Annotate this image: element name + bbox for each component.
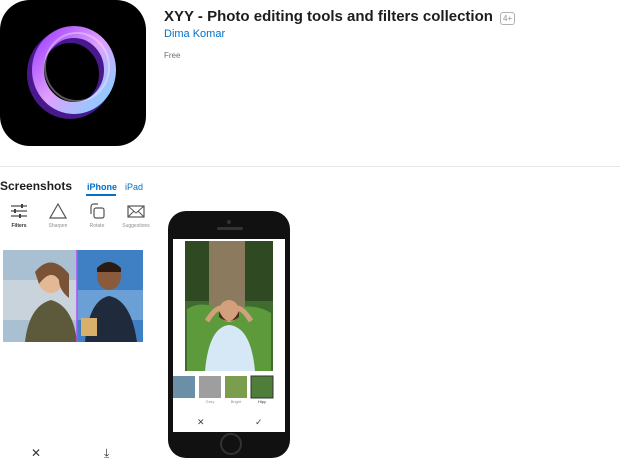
tool-suggestions[interactable]: Suggestions bbox=[121, 203, 151, 229]
app-title: XYY - Photo editing tools and filters co… bbox=[164, 8, 493, 25]
tool-suggestions-label: Suggestions bbox=[122, 223, 150, 229]
sliders-icon bbox=[11, 204, 27, 218]
filter-hipy-label: Hipy bbox=[257, 399, 266, 404]
app-icon bbox=[0, 0, 146, 146]
developer-link[interactable]: Dima Komar bbox=[164, 28, 225, 40]
tab-iphone-indicator bbox=[86, 194, 116, 196]
screenshots-heading: Screenshots bbox=[0, 179, 73, 193]
close-icon[interactable]: ✕ bbox=[197, 417, 205, 428]
tab-iphone[interactable]: iPhone bbox=[87, 182, 117, 192]
home-button bbox=[220, 433, 242, 455]
ring-logo-icon bbox=[27, 26, 116, 119]
envelope-icon bbox=[127, 205, 145, 218]
screenshot-1[interactable] bbox=[0, 200, 146, 463]
triangle-icon bbox=[49, 203, 67, 219]
tool-sharpen-label: Sharpen bbox=[48, 223, 68, 229]
tool-rotate-label: Rotate bbox=[89, 223, 105, 229]
before-after-photo bbox=[3, 250, 143, 342]
tool-filters[interactable]: Filters bbox=[4, 203, 34, 229]
close-icon[interactable]: ✕ bbox=[31, 446, 41, 460]
download-icon[interactable]: ⤓ bbox=[104, 446, 109, 461]
price-label: Free bbox=[164, 51, 181, 60]
rotate-icon bbox=[90, 203, 105, 219]
camera-dot bbox=[227, 220, 231, 224]
tool-rotate[interactable]: Rotate bbox=[82, 203, 112, 229]
check-icon[interactable]: ✓ bbox=[255, 417, 263, 428]
divider bbox=[0, 166, 620, 167]
tool-filters-label: Filters bbox=[11, 223, 27, 229]
tool-sharpen[interactable]: Sharpen bbox=[43, 203, 73, 229]
age-rating-badge: 4+ bbox=[500, 12, 516, 25]
speaker-grille bbox=[217, 227, 243, 230]
filter-grey-label: Grey bbox=[205, 399, 215, 404]
phone-screen: Grey Bright Hipy ✕ ✓ bbox=[173, 239, 285, 432]
filter-bright-label: Bright bbox=[230, 399, 242, 404]
tab-ipad[interactable]: iPad bbox=[125, 182, 143, 192]
